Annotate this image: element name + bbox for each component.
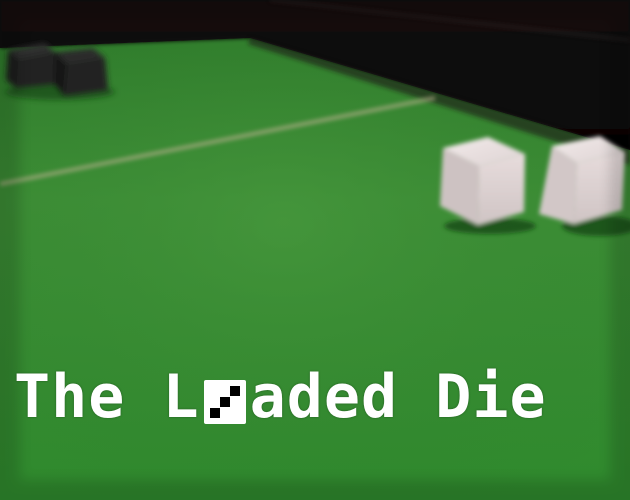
title-screen: The L aded Die bbox=[0, 0, 630, 500]
game-title-text-start: The L bbox=[14, 362, 200, 432]
game-title-text-end: aded Die bbox=[249, 362, 547, 432]
die-face-three-icon bbox=[203, 380, 246, 424]
game-title: The L aded Die bbox=[14, 362, 547, 432]
